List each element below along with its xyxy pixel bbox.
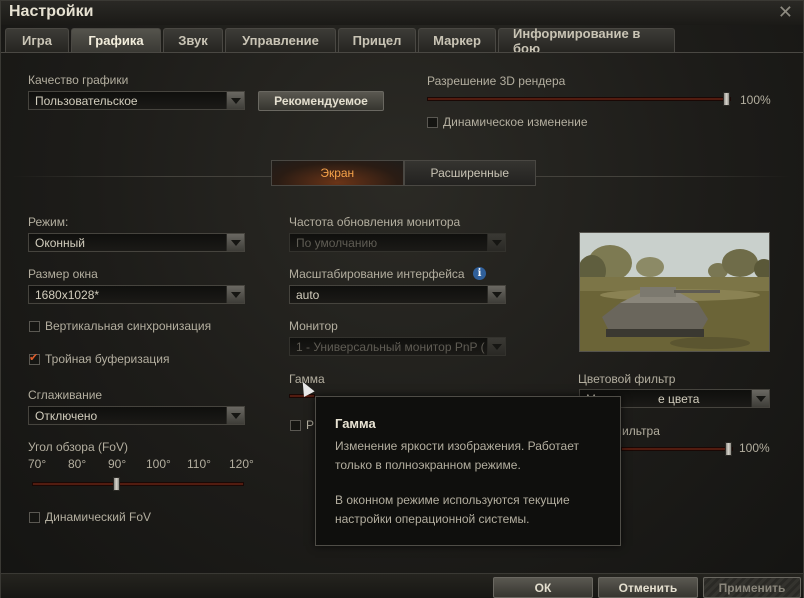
- title-bar: Настройки ✕: [1, 1, 803, 25]
- window-title: Настройки: [9, 3, 94, 20]
- fov-tick: 120°: [229, 457, 254, 471]
- quality-select[interactable]: Пользовательское: [28, 91, 245, 110]
- fov-tick: 80°: [68, 457, 87, 471]
- scale-label: Масштабирование интерфейса: [289, 267, 465, 281]
- refresh-select: По умолчанию: [289, 233, 506, 252]
- chevron-down-icon: [487, 234, 505, 251]
- recommended-button[interactable]: Рекомендуемое: [258, 91, 384, 111]
- fov-tick: 110°: [187, 457, 211, 471]
- size-value: 1680x1028*: [35, 288, 100, 302]
- tooltip-line: только в полноэкранном режиме.: [335, 458, 521, 472]
- tooltip-line: Изменение яркости изображения. Работает: [335, 439, 579, 453]
- chevron-down-icon: [487, 338, 505, 355]
- screen-preview: [579, 232, 770, 352]
- chevron-down-icon: [487, 286, 505, 303]
- quality-label: Качество графики: [28, 73, 129, 87]
- chevron-down-icon: [226, 286, 244, 303]
- dynamic-render-checkbox[interactable]: [427, 117, 438, 128]
- tab-graphics[interactable]: Графика: [71, 28, 161, 52]
- intensity-slider-thumb[interactable]: [725, 442, 732, 456]
- tab-marker[interactable]: Маркер: [418, 28, 496, 52]
- close-icon[interactable]: ✕: [778, 2, 793, 23]
- tooltip-title: Гамма: [335, 416, 376, 431]
- render-slider-thumb[interactable]: [723, 92, 730, 106]
- scale-select[interactable]: auto: [289, 285, 506, 304]
- aa-label: Сглаживание: [28, 388, 103, 402]
- tab-underline: [1, 52, 803, 53]
- ok-button[interactable]: ОК: [493, 577, 593, 598]
- filter-label: Цветовой фильтр: [578, 372, 676, 386]
- gamma-tooltip: Гамма Изменение яркости изображения. Раб…: [315, 396, 621, 546]
- intensity-slider[interactable]: [621, 447, 733, 451]
- vsync-label: Вертикальная синхронизация: [45, 319, 212, 333]
- quality-value: Пользовательское: [35, 94, 138, 108]
- fov-tick: 90°: [108, 457, 127, 471]
- chevron-down-icon: [751, 390, 769, 407]
- dynamic-fov-checkbox[interactable]: [29, 512, 40, 523]
- dynamic-fov-label: Динамический FoV: [45, 510, 152, 524]
- render-slider[interactable]: [427, 97, 731, 101]
- cancel-button[interactable]: Отменить: [598, 577, 698, 598]
- intensity-value: 100%: [739, 441, 770, 455]
- render-value: 100%: [740, 93, 771, 107]
- aa-select[interactable]: Отключено: [28, 406, 245, 425]
- monitor-select: 1 - Универсальный монитор PnP (: [289, 337, 506, 356]
- refresh-value: По умолчанию: [296, 236, 378, 250]
- tab-battle-info[interactable]: Информирование в бою: [498, 26, 675, 56]
- settings-tabs: Игра Графика Звук Управление Прицел Марк…: [5, 26, 677, 56]
- monitor-label: Монитор: [289, 319, 338, 333]
- subtab-advanced-label: Расширенные: [430, 166, 509, 180]
- filter-value-tail: е цвета: [658, 392, 700, 406]
- info-icon[interactable]: i: [473, 267, 486, 280]
- tooltip-line: В оконном режиме используются текущие: [335, 493, 570, 507]
- settings-window: Настройки ✕ Игра Графика Звук Управление…: [0, 0, 804, 598]
- size-select[interactable]: 1680x1028*: [28, 285, 245, 304]
- tank-landscape-image: [580, 233, 769, 351]
- subtabs: Экран Расширенные: [271, 160, 536, 186]
- mode-value: Оконный: [35, 236, 85, 250]
- partial-checkbox-label: Р: [306, 418, 315, 432]
- tab-controls[interactable]: Управление: [225, 28, 336, 52]
- apply-button[interactable]: Применить: [703, 577, 801, 598]
- triple-buffer-label: Тройная буферизация: [45, 352, 170, 366]
- subtab-screen-label: Экран: [320, 166, 355, 180]
- tab-game[interactable]: Игра: [5, 28, 69, 52]
- render-label: Разрешение 3D рендера: [427, 74, 566, 88]
- chevron-down-icon: [226, 234, 244, 251]
- mode-select[interactable]: Оконный: [28, 233, 245, 252]
- fov-tick: 100°: [146, 457, 171, 471]
- aa-value: Отключено: [35, 409, 98, 423]
- dynamic-render-label: Динамическое изменение: [443, 115, 588, 129]
- triple-buffer-checkbox[interactable]: [29, 351, 40, 365]
- fov-tick: 70°: [28, 457, 47, 471]
- subtab-screen[interactable]: Экран: [271, 160, 404, 186]
- chevron-down-icon: [226, 92, 244, 109]
- refresh-label: Частота обновления монитора: [289, 215, 461, 229]
- scale-value: auto: [296, 288, 320, 302]
- size-label: Размер окна: [28, 267, 98, 281]
- fov-slider-thumb[interactable]: [113, 477, 120, 491]
- fov-slider[interactable]: [32, 482, 244, 486]
- chevron-down-icon: [226, 407, 244, 424]
- tab-sound[interactable]: Звук: [163, 28, 223, 52]
- tab-crosshair[interactable]: Прицел: [338, 28, 416, 52]
- monitor-value: 1 - Универсальный монитор PnP (: [296, 340, 485, 354]
- mode-label: Режим:: [28, 215, 69, 229]
- subtab-advanced[interactable]: Расширенные: [403, 160, 536, 186]
- fov-label: Угол обзора (FoV): [28, 440, 128, 454]
- partial-checkbox[interactable]: [290, 420, 301, 431]
- intensity-label-partial: ильтра: [622, 424, 660, 438]
- tooltip-line: настройки операционной системы.: [335, 512, 530, 526]
- vsync-checkbox[interactable]: [29, 321, 40, 332]
